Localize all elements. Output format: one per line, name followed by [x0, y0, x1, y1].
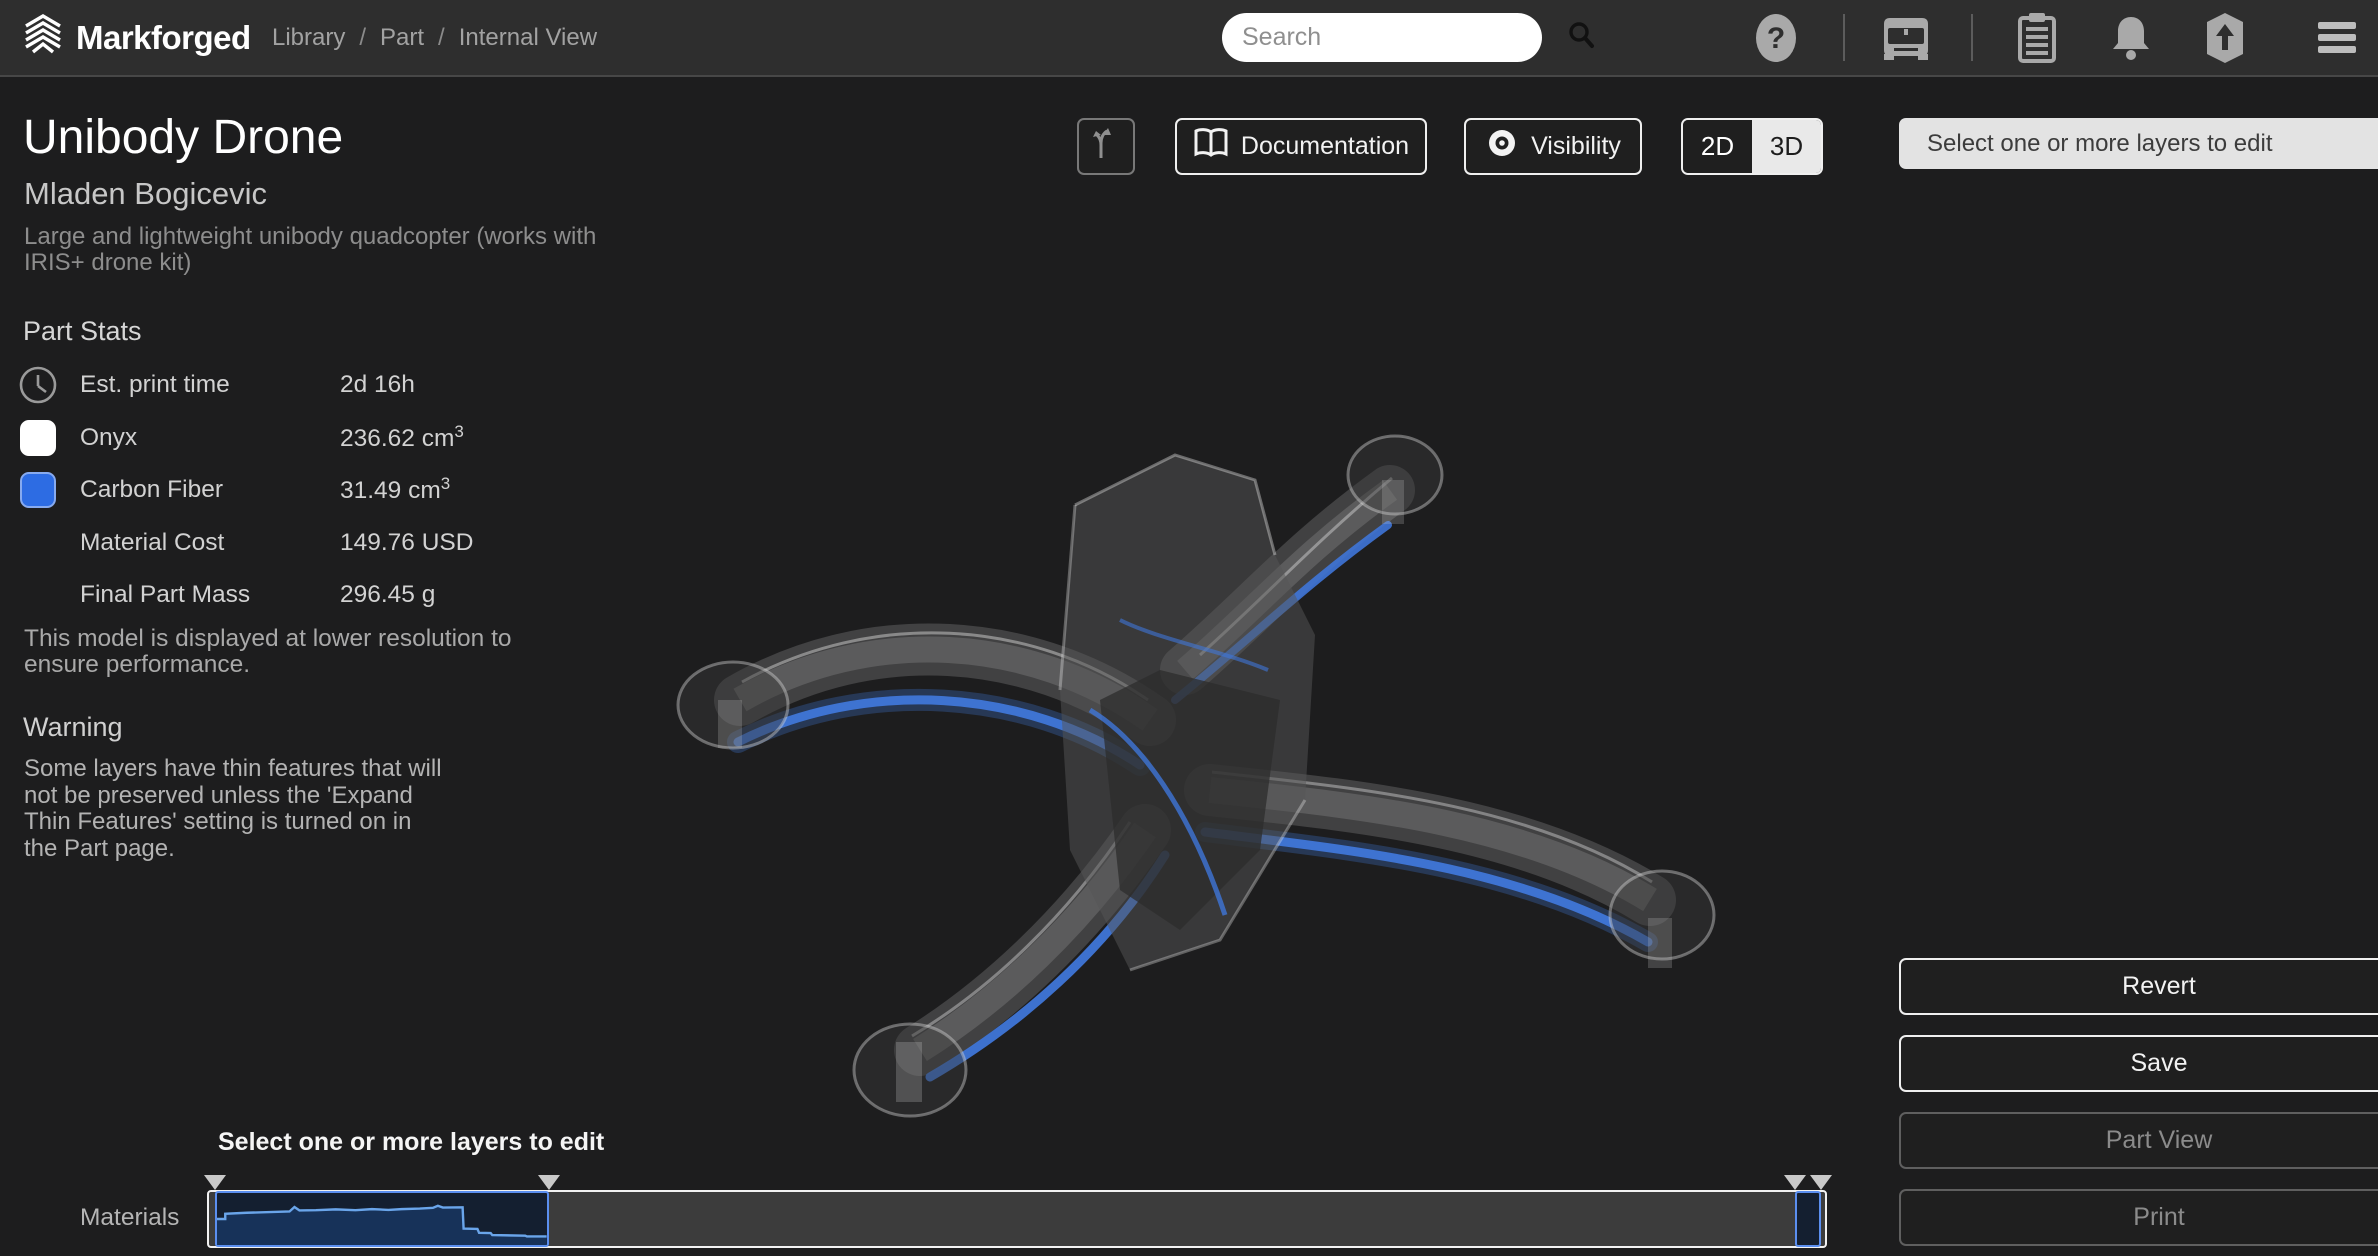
clipboard-icon[interactable] — [2012, 0, 2062, 75]
toggle-3d-button[interactable]: 3D — [1752, 120, 1821, 173]
page-title: Unibody Drone — [23, 110, 343, 165]
layer-range-handle[interactable] — [1784, 1175, 1806, 1190]
drone-3d-model-viewport[interactable] — [600, 370, 1800, 1170]
stat-value: 31.49 cm3 — [340, 474, 450, 505]
breadcrumb-part[interactable]: Part — [380, 24, 424, 52]
resolution-note: This model is displayed at lower resolut… — [24, 626, 589, 678]
help-icon[interactable]: ? — [1752, 0, 1800, 75]
material-usage-profile — [217, 1193, 547, 1245]
stat-row-carbon-fiber: Carbon Fiber 31.49 cm3 — [0, 464, 600, 516]
stat-label: Final Part Mass — [80, 581, 250, 609]
printer-icon[interactable] — [1878, 0, 1934, 75]
part-author: Mladen Bogicevic — [24, 176, 267, 212]
layers-select-dropdown[interactable]: Select one or more layers to edit — [1899, 118, 2378, 169]
eiger-internal-view-page: Markforged Library / Part / Internal Vie… — [0, 0, 2378, 1256]
onyx-material-swatch[interactable] — [20, 420, 56, 456]
search-input[interactable] — [1240, 22, 1566, 53]
top-navigation-bar: Markforged Library / Part / Internal Vie… — [0, 0, 2378, 77]
version-branch-button[interactable] — [1077, 118, 1135, 175]
notifications-bell-icon[interactable] — [2106, 0, 2156, 75]
documentation-label: Documentation — [1241, 132, 1409, 161]
stat-value: 149.76 USD — [340, 529, 473, 557]
materials-track[interactable] — [207, 1190, 1827, 1248]
part-stats-heading: Part Stats — [23, 316, 142, 347]
menu-icon[interactable] — [2312, 0, 2362, 75]
svg-text:?: ? — [1767, 22, 1785, 55]
breadcrumb-internal-view[interactable]: Internal View — [459, 24, 597, 52]
header-divider — [1843, 14, 1845, 61]
markforged-logo[interactable]: Markforged — [20, 0, 251, 75]
stat-row-print-time: Est. print time 2d 16h — [0, 359, 600, 411]
layer-selection-secondary[interactable] — [1795, 1191, 1821, 1247]
layer-range-handle[interactable] — [538, 1175, 560, 1190]
visibility-button[interactable]: Visibility — [1464, 118, 1642, 175]
stat-label: Carbon Fiber — [80, 476, 223, 504]
stat-row-onyx: Onyx 236.62 cm3 — [0, 412, 600, 464]
breadcrumb-library[interactable]: Library — [272, 24, 345, 52]
documentation-button[interactable]: Documentation — [1175, 118, 1427, 175]
layer-range-handle[interactable] — [204, 1175, 226, 1190]
layers-dropdown-text: Select one or more layers to edit — [1927, 130, 2273, 158]
stat-value: 2d 16h — [340, 371, 415, 399]
branch-icon — [1091, 125, 1121, 168]
toggle-2d-button[interactable]: 2D — [1683, 120, 1752, 173]
logo-wordmark: Markforged — [76, 19, 251, 57]
visibility-label: Visibility — [1531, 132, 1621, 161]
layer-selection-primary[interactable] — [215, 1191, 549, 1247]
breadcrumb-separator: / — [359, 24, 366, 52]
revert-button[interactable]: Revert — [1899, 958, 2378, 1015]
save-button[interactable]: Save — [1899, 1035, 2378, 1092]
warning-heading: Warning — [23, 712, 123, 743]
header-divider — [1971, 14, 1973, 61]
upload-version-icon[interactable] — [2200, 0, 2250, 75]
layer-range-handle[interactable] — [1810, 1175, 1832, 1190]
eye-icon — [1485, 128, 1519, 165]
stat-label: Material Cost — [80, 529, 224, 557]
part-view-button[interactable]: Part View — [1899, 1112, 2378, 1169]
breadcrumb: Library / Part / Internal View — [272, 0, 597, 75]
stat-label: Est. print time — [80, 371, 230, 399]
breadcrumb-separator: / — [438, 24, 445, 52]
materials-label: Materials — [80, 1204, 179, 1232]
clock-icon — [16, 363, 60, 407]
search-icon[interactable] — [1566, 20, 1596, 55]
markforged-logo-icon — [20, 10, 66, 65]
stat-row-final-mass: Final Part Mass 296.45 g — [0, 569, 600, 621]
search-bar — [1222, 13, 1542, 62]
stat-value: 296.45 g — [340, 581, 435, 609]
stat-label: Onyx — [80, 424, 137, 452]
2d-3d-toggle: 2D 3D — [1681, 118, 1823, 175]
book-icon — [1193, 128, 1229, 165]
stat-value: 236.62 cm3 — [340, 422, 464, 453]
timeline-prompt: Select one or more layers to edit — [218, 1128, 604, 1157]
part-description: Large and lightweight unibody quadcopter… — [24, 224, 604, 276]
carbon-fiber-material-swatch[interactable] — [20, 472, 56, 508]
print-button[interactable]: Print — [1899, 1189, 2378, 1246]
warning-body: Some layers have thin features that will… — [24, 756, 442, 862]
stat-row-material-cost: Material Cost 149.76 USD — [0, 517, 600, 569]
